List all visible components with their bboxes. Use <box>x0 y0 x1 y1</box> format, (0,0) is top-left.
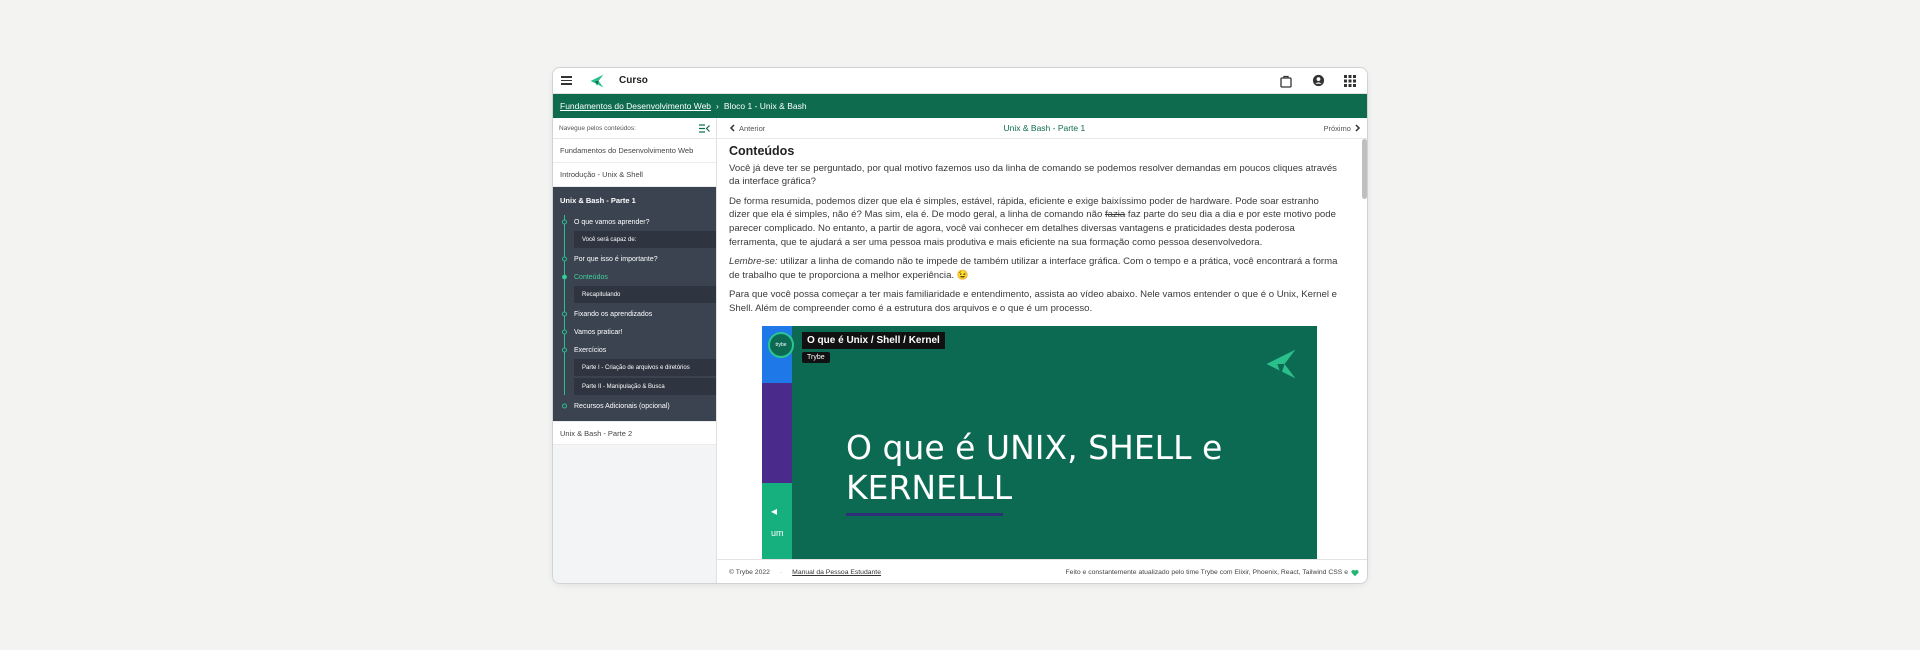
sidebar: Navegue pelos conteúdos: Fundamentos do … <box>553 118 717 583</box>
stripe-text: um <box>771 528 784 538</box>
timeline-item[interactable]: O que vamos aprender? <box>562 213 716 231</box>
menu-icon[interactable] <box>561 74 575 88</box>
scrollbar[interactable] <box>1362 139 1367 199</box>
timeline-label: Conteúdos <box>574 273 608 281</box>
sidebar-item-label: Fundamentos do Desenvolvimento Web <box>560 146 694 155</box>
app-window: Curso Fundamentos do Desenvolvimento Web… <box>552 67 1368 584</box>
sidebar-item-label: Unix & Bash - Parte 2 <box>560 428 633 438</box>
sidebar-item-fundamentos[interactable]: Fundamentos do Desenvolvimento Web <box>553 139 716 163</box>
sidebar-item-introducao[interactable]: Introdução - Unix & Shell <box>553 163 716 187</box>
main-content: Anterior Unix & Bash - Parte 1 Próximo C… <box>717 118 1367 559</box>
sidebar-header: Navegue pelos conteúdos: <box>553 118 716 139</box>
timeline-label: O que vamos aprender? <box>574 218 650 226</box>
top-bar: Curso <box>553 68 1367 94</box>
manual-link[interactable]: Manual da Pessoa Estudante <box>792 569 881 576</box>
chevron-right-icon <box>1355 124 1361 132</box>
timeline-subitem[interactable]: Parte II - Manipulação & Busca <box>574 378 716 395</box>
video-player[interactable]: ◂ um trybe O que é Unix / Shell / Kernel… <box>762 326 1317 559</box>
heart-icon <box>1351 569 1359 576</box>
timeline-label: Por que isso é importante? <box>574 255 658 263</box>
footer: © Trybe 2022 · Manual da Pessoa Estudant… <box>717 559 1367 583</box>
sidebar-item-unix-bash-parte-2[interactable]: Unix & Bash - Parte 2 <box>553 421 716 445</box>
sidebar-item-label: Introdução - Unix & Shell <box>560 170 643 179</box>
lesson-navbar: Anterior Unix & Bash - Parte 1 Próximo <box>717 118 1367 139</box>
backpack-icon[interactable] <box>1279 74 1293 88</box>
breadcrumb-current: Bloco 1 - Unix & Bash <box>723 101 807 111</box>
content-timeline: O que vamos aprender? Você será capaz de… <box>562 213 716 415</box>
credit-text: Feito e constantemente atualizado pelo t… <box>1065 569 1348 576</box>
lesson-title: Unix & Bash - Parte 1 <box>1003 123 1086 133</box>
timeline-dot-icon <box>562 219 567 225</box>
timeline-item[interactable]: Fixando os aprendizados <box>562 305 716 323</box>
next-label: Próximo <box>1323 123 1351 133</box>
timeline-dot-icon <box>562 329 567 335</box>
video-side-stripe <box>762 326 792 559</box>
copyright: © Trybe 2022 <box>729 569 770 576</box>
timeline-label: Fixando os aprendizados <box>574 310 653 318</box>
breadcrumb-link[interactable]: Fundamentos do Desenvolvimento Web <box>560 101 711 111</box>
timeline-subitem[interactable]: Você será capaz de: <box>574 231 716 248</box>
channel-avatar[interactable]: trybe <box>768 332 794 358</box>
article: Conteúdos Você já deve ter se perguntado… <box>717 139 1353 316</box>
timeline-item[interactable]: Exercícios <box>562 341 716 359</box>
timeline-item-active[interactable]: Conteúdos <box>562 268 716 286</box>
paragraph: De forma resumida, podemos dizer que ela… <box>729 195 1336 248</box>
section-heading: Conteúdos <box>729 144 795 158</box>
paragraph: Lembre-se: utilizar a linha de comando n… <box>729 256 1338 281</box>
footer-separator: · <box>779 569 783 576</box>
collapse-sidebar-icon[interactable] <box>699 123 710 133</box>
paragraph: Para que você possa começar a ter mais f… <box>729 289 1337 314</box>
breadcrumb-separator: › <box>716 101 719 111</box>
timeline-item[interactable]: Por que isso é importante? <box>562 250 716 268</box>
previous-label: Anterior <box>739 123 766 133</box>
sidebar-section-active: Unix & Bash - Parte 1 O que vamos aprend… <box>553 187 716 421</box>
trybe-small-icon: ◂ <box>771 504 778 518</box>
timeline-label: Vamos praticar! <box>574 328 623 336</box>
previous-button[interactable]: Anterior <box>729 124 765 133</box>
chevron-left-icon <box>729 124 735 132</box>
timeline-subitem[interactable]: Parte I - Criação de arquivos e diretóri… <box>574 359 716 376</box>
video-channel[interactable]: Trybe <box>802 352 830 363</box>
app-title: Curso <box>619 75 648 86</box>
timeline-label: Exercícios <box>574 346 607 354</box>
grid-icon[interactable] <box>1343 74 1357 88</box>
sidebar-section-title[interactable]: Unix & Bash - Parte 1 <box>553 187 716 213</box>
timeline-item[interactable]: Vamos praticar! <box>562 323 716 341</box>
timeline-dot-icon <box>562 311 567 317</box>
timeline-dot-icon <box>562 274 567 280</box>
timeline-item[interactable]: Recursos Adicionais (opcional) <box>562 397 716 415</box>
timeline-dot-icon <box>562 347 567 353</box>
breadcrumb: Fundamentos do Desenvolvimento Web › Blo… <box>553 94 1367 118</box>
paragraph: Você já deve ter se perguntado, por qual… <box>729 162 1337 188</box>
timeline-dot-icon <box>562 403 567 409</box>
video-headline: O que é UNIX, SHELL e KERNELLL <box>846 428 1223 507</box>
trybe-logo[interactable] <box>589 73 605 89</box>
timeline-subitem[interactable]: Recapitulando <box>574 286 716 303</box>
footer-credit: Feito e constantemente atualizado pelo t… <box>1066 569 1359 577</box>
trybe-logo <box>1266 349 1296 379</box>
headline-underline <box>846 513 1003 516</box>
timeline-dot-icon <box>562 256 567 262</box>
video-title[interactable]: O que é Unix / Shell / Kernel <box>802 332 945 349</box>
user-icon[interactable] <box>1311 74 1325 88</box>
timeline-label: Recursos Adicionais (opcional) <box>574 402 670 410</box>
sidebar-header-label: Navegue pelos conteúdos: <box>559 124 636 132</box>
next-button[interactable]: Próximo <box>1323 124 1361 133</box>
